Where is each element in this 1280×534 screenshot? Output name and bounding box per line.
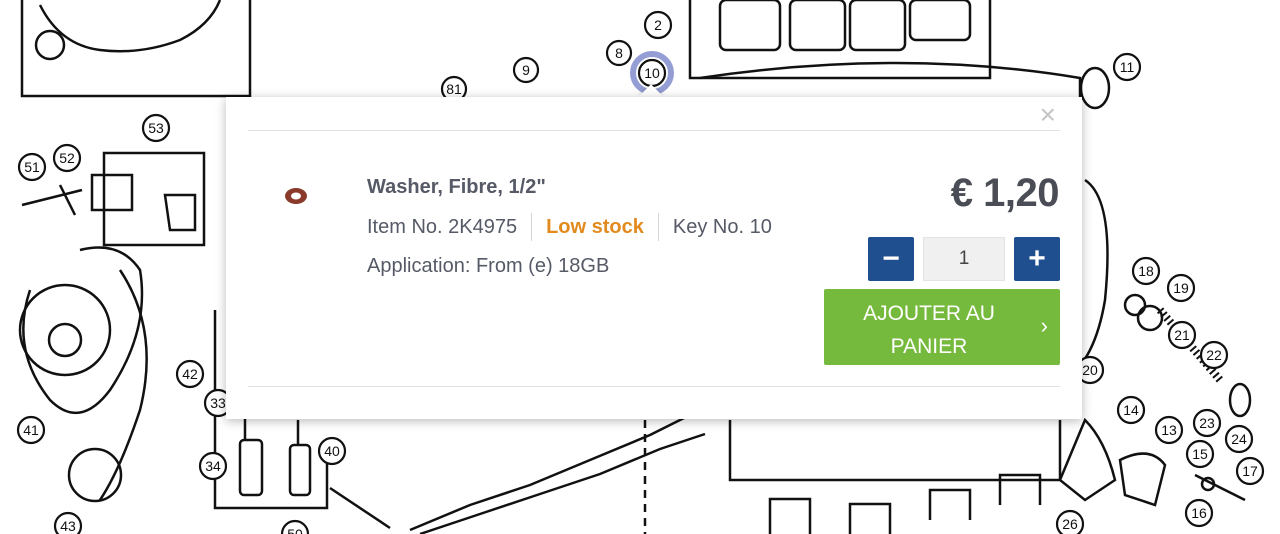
callout-40[interactable]: 40 bbox=[317, 436, 347, 466]
svg-text:40: 40 bbox=[324, 443, 340, 459]
quantity-input[interactable] bbox=[923, 237, 1005, 281]
callout-50[interactable]: 50 bbox=[280, 519, 310, 534]
key-number: Key No. 10 bbox=[672, 215, 772, 238]
add-to-cart-label: AJOUTER AU PANIER bbox=[863, 302, 995, 358]
svg-text:19: 19 bbox=[1173, 280, 1189, 296]
callout-24[interactable]: 24 bbox=[1224, 424, 1254, 454]
callout-42[interactable]: 42 bbox=[175, 359, 205, 389]
close-icon[interactable]: × bbox=[1040, 101, 1056, 129]
svg-text:41: 41 bbox=[23, 422, 39, 438]
engine-thumbnail-frame bbox=[20, 0, 252, 98]
svg-text:13: 13 bbox=[1161, 422, 1177, 438]
callout-22[interactable]: 22 bbox=[1199, 340, 1229, 370]
svg-text:34: 34 bbox=[205, 458, 221, 474]
add-to-cart-button[interactable]: AJOUTER AU PANIER › bbox=[824, 289, 1060, 365]
callout-21[interactable]: 21 bbox=[1167, 320, 1197, 350]
callout-8[interactable]: 8 bbox=[605, 39, 633, 67]
item-number: Item No. 2K4975 bbox=[367, 215, 518, 238]
svg-text:18: 18 bbox=[1138, 263, 1154, 279]
callout-41[interactable]: 41 bbox=[16, 415, 46, 445]
svg-text:15: 15 bbox=[1192, 446, 1208, 462]
svg-text:17: 17 bbox=[1242, 463, 1258, 479]
svg-text:24: 24 bbox=[1231, 431, 1247, 447]
svg-text:43: 43 bbox=[60, 518, 76, 534]
svg-text:26: 26 bbox=[1062, 516, 1078, 532]
callout-26[interactable]: 26 bbox=[1055, 509, 1085, 534]
quantity-decrease-button[interactable]: − bbox=[868, 237, 914, 281]
callout-17[interactable]: 17 bbox=[1235, 456, 1265, 486]
meta-divider bbox=[657, 213, 659, 241]
part-detail-popup: × Washer, Fibre, 1/2" Item No. 2K4975 Lo… bbox=[226, 97, 1082, 419]
divider-top bbox=[248, 130, 1060, 131]
callout-51[interactable]: 51 bbox=[17, 152, 47, 182]
svg-text:14: 14 bbox=[1123, 402, 1139, 418]
price: € 1,20 bbox=[950, 171, 1060, 215]
svg-text:8: 8 bbox=[615, 45, 623, 61]
quantity-increase-button[interactable]: + bbox=[1014, 237, 1060, 281]
divider-bottom bbox=[248, 386, 1060, 387]
callout-34[interactable]: 34 bbox=[198, 451, 228, 481]
application-info: Application: From (e) 18GB bbox=[367, 255, 610, 277]
svg-text:22: 22 bbox=[1206, 347, 1222, 363]
callout-19[interactable]: 19 bbox=[1166, 273, 1196, 303]
svg-text:52: 52 bbox=[59, 150, 75, 166]
svg-text:10: 10 bbox=[644, 65, 660, 81]
callout-53[interactable]: 53 bbox=[141, 113, 171, 143]
svg-text:20: 20 bbox=[1082, 362, 1098, 378]
svg-text:21: 21 bbox=[1174, 327, 1190, 343]
callout-43[interactable]: 43 bbox=[53, 511, 83, 534]
callout-14[interactable]: 14 bbox=[1116, 395, 1146, 425]
callout-18[interactable]: 18 bbox=[1131, 256, 1161, 286]
callout-52[interactable]: 52 bbox=[52, 143, 82, 173]
svg-text:42: 42 bbox=[182, 366, 198, 382]
svg-text:9: 9 bbox=[522, 62, 530, 78]
callout-9[interactable]: 9 bbox=[512, 56, 540, 84]
svg-text:23: 23 bbox=[1199, 415, 1215, 431]
svg-text:16: 16 bbox=[1191, 505, 1207, 521]
svg-text:33: 33 bbox=[210, 395, 226, 411]
washer-thumbnail-icon bbox=[285, 188, 307, 204]
stock-status: Low stock bbox=[546, 215, 644, 238]
callout-15[interactable]: 15 bbox=[1185, 439, 1215, 469]
svg-text:50: 50 bbox=[287, 526, 303, 534]
svg-text:2: 2 bbox=[654, 17, 662, 33]
svg-text:51: 51 bbox=[24, 159, 40, 175]
svg-text:11: 11 bbox=[1120, 59, 1135, 75]
callout-11[interactable]: 11 bbox=[1112, 52, 1142, 82]
callout-13[interactable]: 13 bbox=[1154, 415, 1184, 445]
product-meta: Item No. 2K4975 Low stock Key No. 10 bbox=[367, 213, 772, 241]
product-name: Washer, Fibre, 1/2" bbox=[367, 176, 546, 198]
callout-16[interactable]: 16 bbox=[1184, 498, 1214, 528]
callout-2[interactable]: 2 bbox=[643, 10, 673, 40]
chevron-right-icon: › bbox=[1040, 313, 1048, 338]
svg-text:53: 53 bbox=[148, 120, 164, 136]
meta-divider bbox=[531, 213, 533, 241]
callout-23[interactable]: 23 bbox=[1192, 408, 1222, 438]
svg-text:81: 81 bbox=[446, 81, 462, 97]
